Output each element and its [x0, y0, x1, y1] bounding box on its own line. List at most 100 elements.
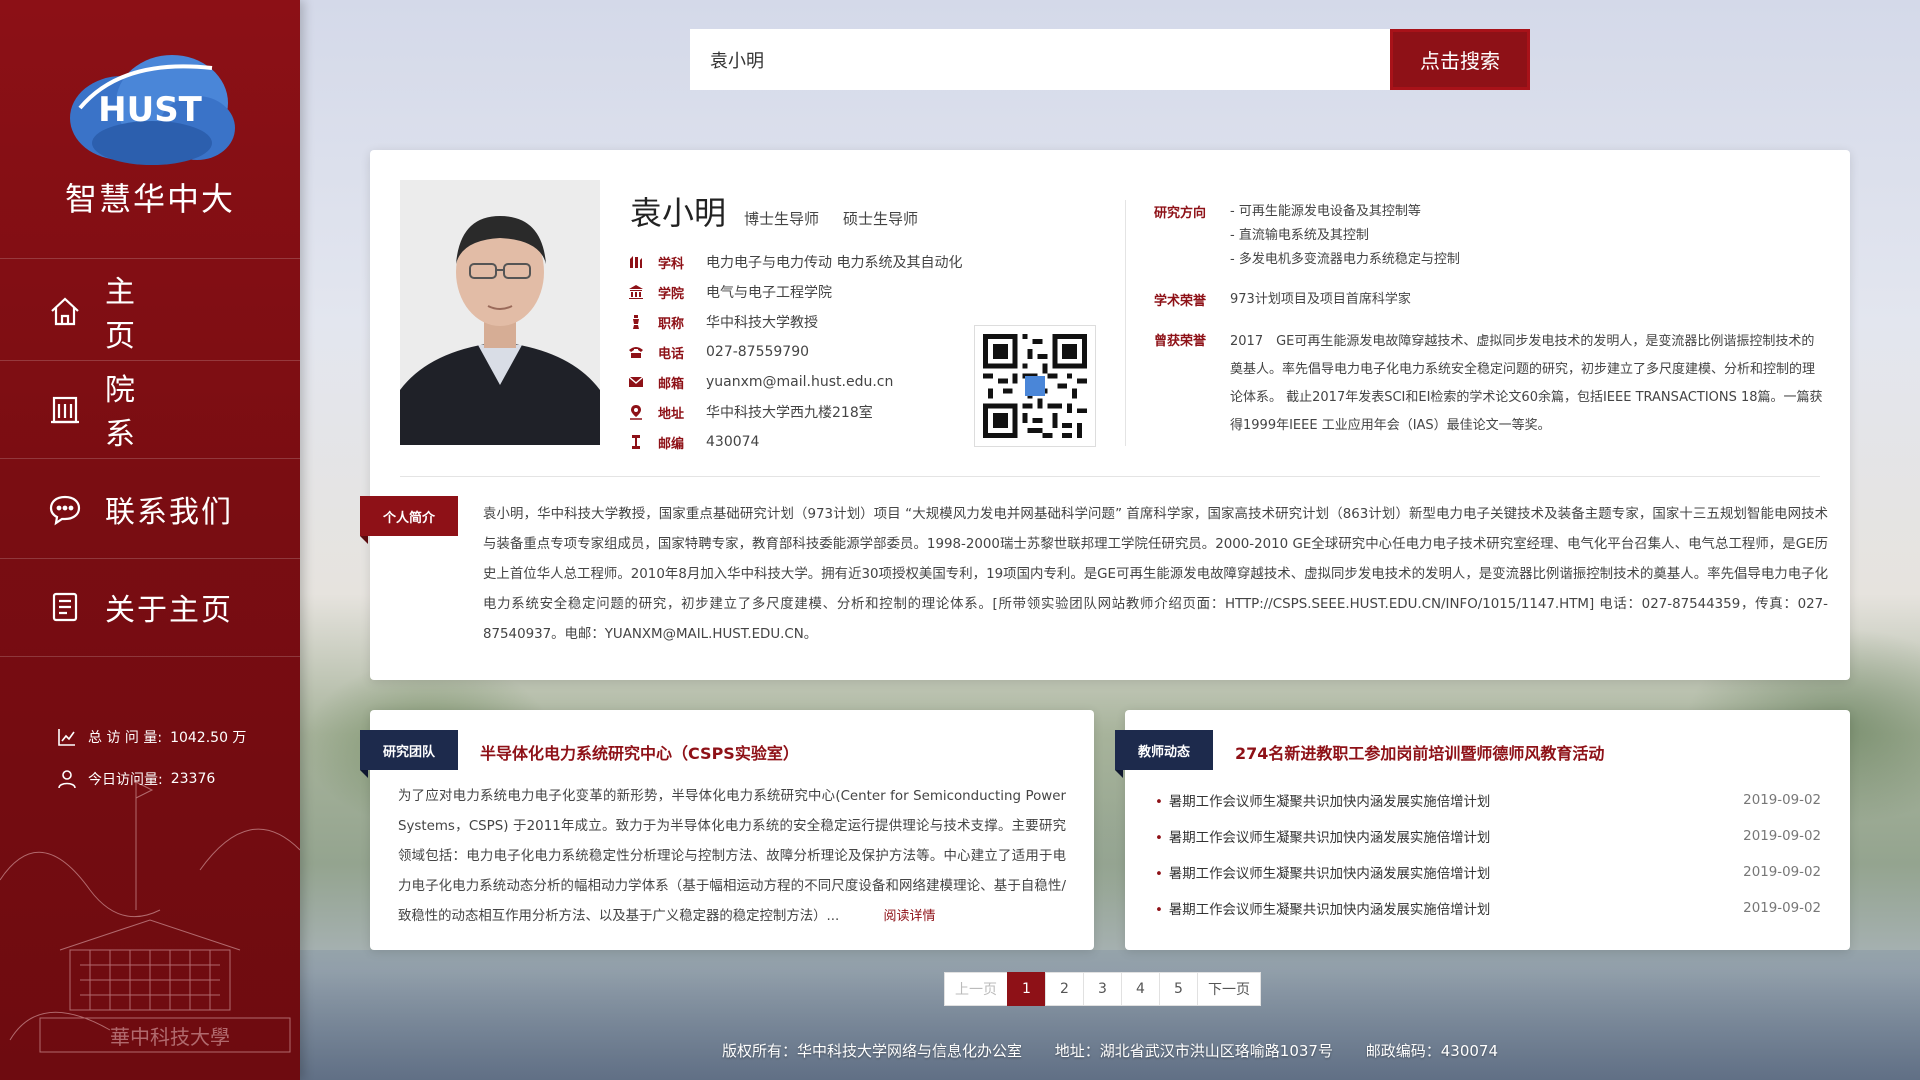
page-5-button[interactable]: 5 — [1159, 972, 1198, 1006]
news-date: 2019-09-02 — [1743, 792, 1821, 808]
logo[interactable]: HUST 智慧华中大 — [0, 40, 300, 220]
team-tag: 研究团队 — [360, 730, 458, 778]
mail-icon — [628, 376, 644, 387]
info-label: 电话 — [658, 346, 685, 362]
info-rank: 职称 华中科技大学教授 — [628, 307, 962, 337]
news-title[interactable]: 暑期工作会议师生凝聚共识加快内涵发展实施倍增计划 — [1155, 790, 1490, 810]
college-icon — [629, 285, 643, 299]
search-input[interactable] — [690, 29, 1390, 90]
phone-icon — [629, 347, 643, 358]
postcode-icon — [632, 435, 640, 449]
research-team-card: 研究团队 半导体化电力系统研究中心（CSPS实验室） 为了应对电力系统电力电子化… — [360, 710, 1094, 950]
teacher-news-card: 教师动态 274名新进教职工参加岗前培训暨师德师风教育活动 暑期工作会议师生凝聚… — [1115, 710, 1850, 950]
info-label: 地址 — [658, 406, 685, 422]
info-value: 电力电子与电力传动 电力系统及其自动化 — [706, 255, 963, 271]
academic-info: 研究方向 - 可再生能源发电设备及其控制等 - 直流输电系统及其控制 - 多发电… — [1154, 200, 1824, 456]
footer-postcode: 邮政编码：430074 — [1365, 1042, 1499, 1060]
pagination: 上一页 1 2 3 4 5 下一页 — [944, 972, 1261, 1006]
research-list: - 可再生能源发电设备及其控制等 - 直流输电系统及其控制 - 多发电机多变流器… — [1230, 200, 1824, 272]
news-list: 暑期工作会议师生凝聚共识加快内涵发展实施倍增计划 2019-09-02 暑期工作… — [1155, 782, 1821, 926]
title-phd-supervisor: 博士生导师 — [744, 210, 820, 228]
news-title[interactable]: 暑期工作会议师生凝聚共识加快内涵发展实施倍增计划 — [1155, 862, 1490, 882]
news-headline[interactable]: 274名新进教职工参加岗前培训暨师德师风教育活动 — [1235, 740, 1604, 764]
nav-contact-label: 联系我们 — [105, 495, 233, 530]
news-item[interactable]: 暑期工作会议师生凝聚共识加快内涵发展实施倍增计划 2019-09-02 — [1155, 782, 1821, 818]
info-value: 430074 — [706, 434, 760, 450]
nav-about[interactable]: 关于主页 — [0, 558, 300, 656]
nav-home-label: 主 页 — [105, 275, 197, 354]
copyright: 版权所有：华中科技大学网络与信息化办公室 — [721, 1042, 1022, 1060]
page-3-button[interactable]: 3 — [1083, 972, 1122, 1006]
news-title[interactable]: 暑期工作会议师生凝聚共识加快内涵发展实施倍增计划 — [1155, 826, 1490, 846]
news-title[interactable]: 暑期工作会议师生凝聚共识加快内涵发展实施倍增计划 — [1155, 898, 1490, 918]
name-row: 袁小明 博士生导师 硕士生导师 — [630, 188, 942, 234]
news-item[interactable]: 暑期工作会议师生凝聚共识加快内涵发展实施倍增计划 2019-09-02 — [1155, 890, 1821, 926]
research-item: - 可再生能源发电设备及其控制等 — [1230, 204, 1421, 219]
location-icon — [630, 405, 642, 420]
building-icon — [51, 396, 79, 424]
awards: 曾获荣誉 2017 GE可再生能源发电故障穿越技术、虚拟同步发电技术的发明人，是… — [1154, 328, 1824, 440]
info-label: 邮箱 — [658, 376, 685, 392]
qr-code — [974, 325, 1096, 447]
info-label: 学科 — [658, 256, 685, 272]
news-date: 2019-09-02 — [1743, 828, 1821, 844]
prev-page-button[interactable]: 上一页 — [944, 972, 1008, 1006]
research-item: - 多发电机多变流器电力系统稳定与控制 — [1230, 252, 1460, 267]
info-email: 邮箱 yuanxm@mail.hust.edu.cn — [628, 367, 962, 397]
info-phone: 电话 027-87559790 — [628, 337, 962, 367]
nav-about-label: 关于主页 — [105, 593, 233, 628]
campus-text: 華中科技大學 — [110, 1025, 230, 1049]
total-visits-value: 1042.50 万 — [170, 730, 247, 746]
divider — [0, 656, 300, 657]
info-value[interactable]: 027-87559790 — [706, 344, 809, 360]
nav-departments[interactable]: 院 系 — [0, 360, 300, 458]
news-tag: 教师动态 — [1115, 730, 1213, 778]
search-button[interactable]: 点击搜索 — [1390, 29, 1530, 90]
home-icon — [51, 297, 79, 326]
search-bar: 点击搜索 — [690, 29, 1530, 90]
info-college: 学院 电气与电子工程学院 — [628, 277, 962, 307]
total-visits: 总 访 问 量: 1042.50 万 — [56, 716, 246, 758]
next-page-button[interactable]: 下一页 — [1197, 972, 1261, 1006]
info-discipline: 学科 电力电子与电力传动 电力系统及其自动化 — [628, 247, 962, 277]
svg-text:HUST: HUST — [98, 90, 203, 130]
honor-text: 973计划项目及项目首席科学家 — [1230, 292, 1411, 307]
news-item[interactable]: 暑期工作会议师生凝聚共识加快内涵发展实施倍增计划 2019-09-02 — [1155, 854, 1821, 890]
rank-icon — [633, 315, 639, 329]
research-item: - 直流输电系统及其控制 — [1230, 228, 1369, 243]
contact-info: 学科 电力电子与电力传动 电力系统及其自动化 学院 电气与电子工程学院 职称 华… — [628, 247, 962, 457]
info-address: 地址 华中科技大学西九楼218室 — [628, 397, 962, 427]
teacher-name: 袁小明 — [630, 194, 727, 232]
team-description: 为了应对电力系统电力电子化变革的新形势，半导体化电力系统研究中心(Center … — [398, 782, 1066, 932]
page-1-button[interactable]: 1 — [1007, 972, 1046, 1006]
total-visits-label: 总 访 问 量: — [88, 730, 163, 746]
news-date: 2019-09-02 — [1743, 900, 1821, 916]
team-text: 为了应对电力系统电力电子化变革的新形势，半导体化电力系统研究中心(Center … — [398, 789, 1066, 924]
info-label: 职称 — [658, 316, 685, 332]
divider — [400, 476, 1820, 477]
news-date: 2019-09-02 — [1743, 864, 1821, 880]
nav-home[interactable]: 主 页 — [0, 262, 300, 360]
info-label: 邮编 — [658, 436, 685, 452]
divider — [0, 258, 300, 259]
award-label: 曾获荣誉 — [1154, 334, 1207, 349]
discipline-icon — [630, 256, 642, 268]
page-2-button[interactable]: 2 — [1045, 972, 1084, 1006]
info-value[interactable]: yuanxm@mail.hust.edu.cn — [706, 374, 893, 390]
hust-logo-icon: HUST — [70, 55, 235, 165]
bio-text: 袁小明，华中科技大学教授，国家重点基础研究计划（973计划）项目 “大规模风力发… — [483, 507, 1828, 642]
research-direction: 研究方向 - 可再生能源发电设备及其控制等 - 直流输电系统及其控制 - 多发电… — [1154, 200, 1824, 272]
info-value: 华中科技大学教授 — [706, 315, 818, 331]
divider — [0, 458, 300, 459]
news-item[interactable]: 暑期工作会议师生凝聚共识加快内涵发展实施倍增计划 2019-09-02 — [1155, 818, 1821, 854]
sidebar: HUST 智慧华中大 主 页 院 系 联系我们 关于主页 总 访 问 量: 10… — [0, 0, 300, 1080]
footer-address: 地址：湖北省武汉市洪山区珞喻路1037号 — [1054, 1042, 1333, 1060]
title-master-supervisor: 硕士生导师 — [843, 210, 919, 228]
bio-tag: 个人简介 — [360, 496, 458, 544]
page-4-button[interactable]: 4 — [1121, 972, 1160, 1006]
portrait-image — [400, 180, 600, 445]
team-title[interactable]: 半导体化电力系统研究中心（CSPS实验室） — [480, 740, 799, 764]
nav-contact[interactable]: 联系我们 — [0, 460, 300, 558]
divider — [1125, 200, 1126, 446]
read-more-link[interactable]: 阅读详情 — [884, 909, 936, 924]
